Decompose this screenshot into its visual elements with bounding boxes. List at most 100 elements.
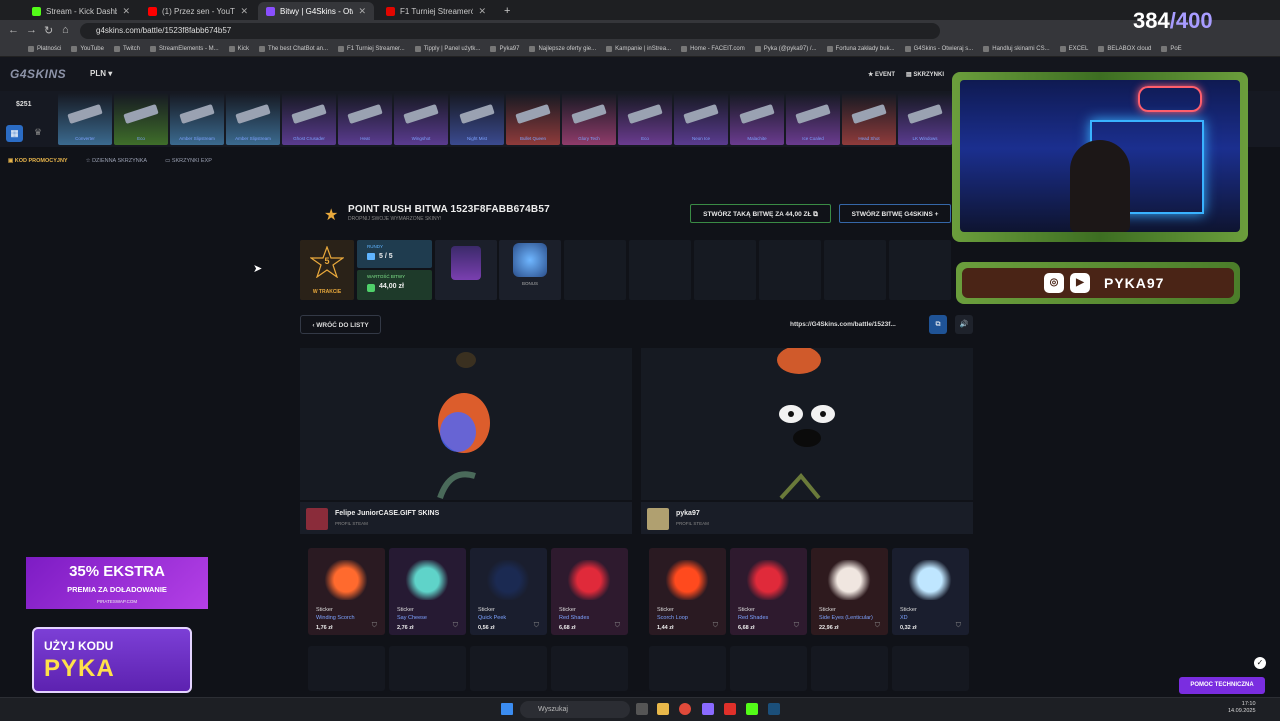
promo-code-link[interactable]: ▣ KOD PROMOCYJNY (8, 158, 68, 164)
case-slot-bonus[interactable]: BONUS (499, 240, 561, 300)
tab-kick[interactable]: Stream - Kick Dashboard ✕ (24, 2, 138, 20)
copy-icon[interactable]: ⧉ (929, 315, 947, 334)
reload-icon[interactable]: ↻ (44, 24, 53, 37)
drop-card[interactable]: Sticker Red Shades 6,68 zł ⛉ (730, 548, 807, 635)
weapon-image (683, 103, 719, 125)
battle-link[interactable]: https://G4Skins.com/battle/1523f... (790, 315, 926, 334)
discord-icon[interactable] (702, 703, 714, 715)
player-name[interactable]: Felipe JuniorCASE.GIFT SKINS (335, 510, 439, 517)
live-drop-item[interactable]: Converter (58, 93, 112, 145)
tab-f1[interactable]: F1 Turniej Streamerów - Live S ✕ (378, 2, 494, 20)
social-banner: ◎ ▶ PYKA97 (956, 262, 1240, 304)
live-drop-item[interactable]: Bullet Queen (506, 93, 560, 145)
home-icon[interactable]: ⌂ (62, 24, 69, 36)
windows-start-icon[interactable] (501, 703, 513, 715)
sound-icon[interactable]: 🔊 (955, 315, 973, 334)
live-drop-item[interactable]: Eco (618, 93, 672, 145)
drop-card[interactable]: Sticker Winding Scorch 1,76 zł ⛉ (308, 548, 385, 635)
live-drop-item[interactable]: Malachite (730, 93, 784, 145)
app-icon[interactable] (724, 703, 736, 715)
bookmark-item[interactable]: Pyka (@pyka97) /... (754, 46, 817, 52)
live-drop-item[interactable]: Amber Slipstream (226, 93, 280, 145)
bookmark-item[interactable]: Handluj skinami CS... (983, 46, 1050, 52)
bookmark-label: PoE (1170, 46, 1182, 52)
bookmark-item[interactable]: Kick (228, 46, 249, 52)
kick-icon[interactable] (746, 703, 758, 715)
close-icon[interactable]: ✕ (240, 6, 248, 17)
live-drop-item[interactable]: Heat (338, 93, 392, 145)
steam-profile-link[interactable]: PROFIL STEAM (335, 521, 368, 526)
daily-case-link[interactable]: ☆ DZIENNA SKRZYNKA (86, 158, 147, 164)
check-icon[interactable]: ✓ (1254, 657, 1266, 669)
bookmark-item[interactable]: Pyka97 (490, 46, 519, 52)
close-icon[interactable]: ✕ (122, 6, 130, 17)
url-input[interactable]: g4skins.com/battle/1523f8fabb674b57 (80, 23, 940, 39)
player-name[interactable]: pyka97 (676, 510, 700, 517)
tab-youtube[interactable]: (1) Przez sen - YouTube ✕ (140, 2, 256, 20)
social-inner: ◎ ▶ PYKA97 (962, 268, 1234, 298)
bookmark-item[interactable]: Płatności (28, 46, 61, 52)
drop-card[interactable]: Sticker Scorch Loop 1,44 zł ⛉ (649, 548, 726, 635)
bookmark-item[interactable]: Fortuna zakłady buk... (826, 46, 895, 52)
bookmark-item[interactable]: YouTube (71, 46, 104, 52)
system-clock[interactable]: 17:10 14.09.2025 (1228, 701, 1256, 715)
bookmark-item[interactable]: StreamElements - M... (149, 46, 219, 52)
bookmark-item[interactable]: BELABOX cloud (1098, 46, 1151, 52)
crown-icon[interactable]: ♛ (34, 127, 42, 138)
bookmark-item[interactable]: G4Skins - Otwieraj s... (904, 46, 973, 52)
taskbar-search[interactable]: Wyszukaj (520, 701, 630, 718)
drop-card[interactable]: Sticker Quick Peek 0,56 zł ⛉ (470, 548, 547, 635)
live-drop-item[interactable]: Amber Slipstream (170, 93, 224, 145)
exp-cases-link[interactable]: ▭ SKRZYNKI EXP (165, 158, 212, 164)
event-link[interactable]: ★ EVENT (868, 71, 895, 78)
forward-arrow-icon[interactable]: → (26, 24, 37, 36)
drop-price: 1,76 zł (316, 625, 333, 631)
close-icon[interactable]: ✕ (478, 6, 486, 17)
steam-profile-link[interactable]: PROFIL STEAM (676, 521, 709, 526)
live-drop-item[interactable]: Ice Coaled (786, 93, 840, 145)
live-drop-item[interactable]: LK Windows (898, 93, 952, 145)
back-arrow-icon[interactable]: ← (8, 24, 19, 36)
tech-support-button[interactable]: POMOC TECHNICZNA (1179, 677, 1265, 694)
g4skins-logo[interactable]: G4SKINS (10, 67, 66, 81)
bookmark-item[interactable]: EXCEL (1059, 46, 1088, 52)
chrome-icon[interactable] (679, 703, 691, 715)
avatar[interactable] (647, 508, 669, 530)
bookmark-item[interactable]: Najlepsze oferty gie... (529, 46, 596, 52)
bookmark-item[interactable]: Tipply | Panel użytk... (414, 46, 480, 52)
steam-icon[interactable] (768, 703, 780, 715)
cases-link[interactable]: ▤ SKRZYNKI (906, 71, 944, 78)
windows-taskbar: Wyszukaj 17:10 14.09.2025 (0, 697, 1280, 721)
bookmark-icon (681, 46, 688, 52)
live-drop-item[interactable]: Head Shot (842, 93, 896, 145)
grid-icon[interactable]: ▦ (6, 125, 23, 142)
bookmark-item[interactable]: Kampanie | inStrea... (606, 46, 671, 52)
task-view-icon[interactable] (636, 703, 648, 715)
close-icon[interactable]: ✕ (358, 6, 366, 17)
drop-card[interactable]: Sticker Red Shades 6,68 zł ⛉ (551, 548, 628, 635)
new-tab-button[interactable]: + (496, 2, 516, 20)
live-drop-item[interactable]: Glory Tech (562, 93, 616, 145)
live-drop-item[interactable]: Wingshot (394, 93, 448, 145)
create-same-battle-button[interactable]: STWÓRZ TAKĄ BITWĘ ZA 44,00 ZŁ ⧉ (690, 204, 831, 223)
drop-card[interactable]: Sticker Say Cheese 2,76 zł ⛉ (389, 548, 466, 635)
currency-select[interactable]: PLN ▾ (90, 69, 112, 78)
bookmark-item[interactable]: PoE (1161, 46, 1182, 52)
bookmark-item[interactable]: F1 Turniej Streamer... (338, 46, 405, 52)
avatar[interactable] (306, 508, 328, 530)
drop-card[interactable]: Sticker XD 0,32 zł ⛉ (892, 548, 969, 635)
tab-g4skins[interactable]: Bitwy | G4Skins - Otwieraj s ✕ (258, 2, 374, 20)
drop-card[interactable]: Sticker Side Eyes (Lenticular) 22,96 zł ⛉ (811, 548, 888, 635)
live-drop-item[interactable]: Night Mist (450, 93, 504, 145)
live-drop-item[interactable]: Ghost Crusader (282, 93, 336, 145)
bookmark-item[interactable]: Twitch (113, 46, 140, 52)
battle-value-amount: 44,00 zł (379, 283, 404, 290)
case-slot-opened[interactable] (435, 240, 497, 300)
bookmark-item[interactable]: Home - FACEIT.com (681, 46, 745, 52)
back-to-list-button[interactable]: ‹ WRÓĆ DO LISTY (300, 315, 381, 334)
live-drop-item[interactable]: Eco (114, 93, 168, 145)
bookmark-item[interactable]: The best ChatBot an... (258, 46, 328, 52)
file-explorer-icon[interactable] (657, 703, 669, 715)
create-g4skins-battle-button[interactable]: STWÓRZ BITWĘ G4SKINS + (839, 204, 951, 223)
live-drop-item[interactable]: Neon Ice (674, 93, 728, 145)
